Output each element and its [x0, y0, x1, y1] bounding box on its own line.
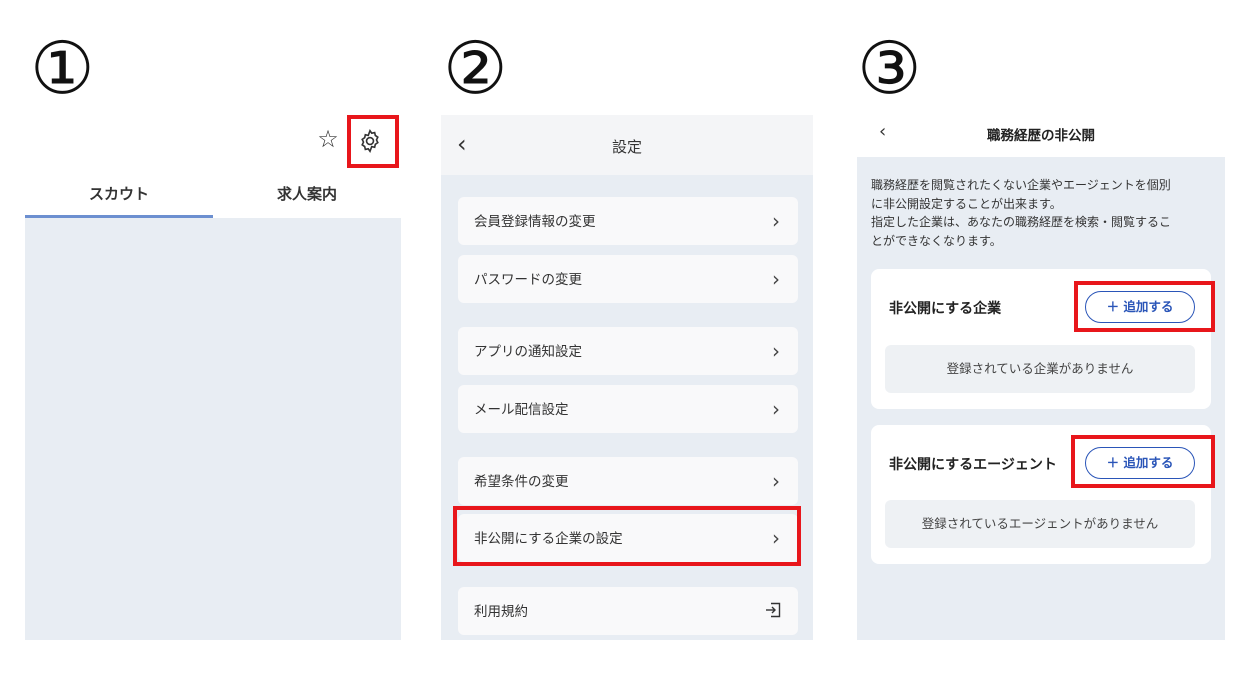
settings-item-label: パスワードの変更: [474, 272, 582, 288]
step-number-2: ②: [443, 26, 508, 110]
card-title: 非公開にするエージェント: [889, 457, 1057, 473]
top-bar: ☆: [25, 110, 401, 170]
highlight-box-private-companies: [453, 506, 801, 566]
highlight-box-add-company: [1074, 281, 1215, 332]
settings-item-label: 利用規約: [474, 604, 528, 620]
settings-item-mail-delivery[interactable]: メール配信設定 ›: [458, 385, 798, 433]
settings-header: ‹ 設定: [441, 115, 813, 175]
highlight-box-settings: [347, 115, 399, 168]
external-link-icon: [766, 602, 781, 618]
description-line: 指定した企業は、あなたの職務経歴を検索・閲覧するこ: [871, 215, 1172, 229]
settings-item-label: アプリの通知設定: [474, 344, 582, 360]
chevron-right-icon: ›: [772, 267, 780, 291]
tab-scout[interactable]: スカウト: [25, 170, 213, 218]
settings-item-member-info[interactable]: 会員登録情報の変更 ›: [458, 197, 798, 245]
settings-item-password[interactable]: パスワードの変更 ›: [458, 255, 798, 303]
private-career-header: ‹ 職務経歴の非公開: [857, 115, 1225, 157]
empty-state-text: 登録されている企業がありません: [885, 345, 1195, 393]
chevron-right-icon: ›: [772, 469, 780, 493]
description-line: とができなくなります。: [871, 233, 1002, 248]
description-line: 職務経歴を閲覧されたくない企業やエージェントを個別: [871, 178, 1171, 192]
empty-state-text: 登録されているエージェントがありません: [885, 500, 1195, 548]
page-title: 職務経歴の非公開: [987, 128, 1095, 144]
settings-item-app-notification[interactable]: アプリの通知設定 ›: [458, 327, 798, 375]
description-line: に非公開設定することが出来ます。: [871, 196, 1062, 211]
chevron-right-icon: ›: [772, 339, 780, 363]
app-home-screen: ☆ スカウト 求人案内: [25, 110, 401, 640]
step-number-1: ①: [30, 26, 95, 110]
private-career-screen: ‹ 職務経歴の非公開 職務経歴を閲覧されたくない企業やエージェントを個別 に非公…: [857, 115, 1225, 640]
highlight-box-add-agent: [1071, 435, 1215, 488]
settings-item-label: 希望条件の変更: [474, 474, 569, 490]
settings-item-label: 会員登録情報の変更: [474, 214, 596, 230]
chevron-right-icon: ›: [772, 209, 780, 233]
description-text: 職務経歴を閲覧されたくない企業やエージェントを個別 に非公開設定することが出来ま…: [871, 176, 1221, 250]
chevron-right-icon: ›: [772, 397, 780, 421]
star-icon[interactable]: ☆: [315, 126, 341, 152]
tab-content-area: [25, 218, 401, 640]
settings-item-preferences[interactable]: 希望条件の変更 ›: [458, 457, 798, 505]
settings-item-terms[interactable]: 利用規約: [458, 587, 798, 635]
card-title: 非公開にする企業: [889, 301, 1002, 317]
tab-job-info[interactable]: 求人案内: [213, 170, 401, 218]
page-title: 設定: [611, 138, 642, 156]
step-number-3: ③: [857, 26, 922, 110]
settings-item-label: メール配信設定: [474, 402, 569, 418]
tab-bar: スカウト 求人案内: [25, 170, 401, 218]
